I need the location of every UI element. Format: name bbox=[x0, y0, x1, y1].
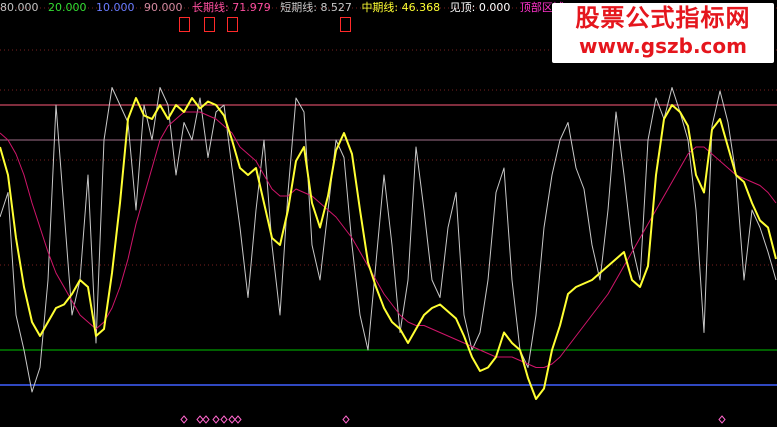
indicator-legend: 80.000 20.000 10.000 90.000 长期线: 71.979 … bbox=[0, 0, 570, 16]
legend-long-label: 长期线: bbox=[192, 1, 229, 14]
site-watermark: 股票公式指标网 www.gszb.com bbox=[552, 3, 774, 63]
legend-mid-label: 中期线: bbox=[361, 1, 399, 14]
watermark-title: 股票公式指标网 bbox=[575, 4, 751, 32]
bottom-diamond-marker bbox=[228, 415, 236, 424]
watermark-url: www.gszb.com bbox=[579, 34, 747, 58]
legend-top-label: 见顶: bbox=[449, 1, 476, 14]
top-marker-box bbox=[227, 17, 238, 32]
chart-canvas bbox=[0, 7, 777, 424]
indicator-lines bbox=[0, 87, 777, 400]
legend-20: 20.000 bbox=[48, 1, 87, 14]
bottom-diamond-marker bbox=[202, 415, 210, 424]
top-marker-box bbox=[179, 17, 190, 32]
bottom-diamond-marker bbox=[212, 415, 220, 424]
top-marker-box bbox=[340, 17, 351, 32]
legend-90: 90.000 bbox=[144, 1, 183, 14]
legend-10: 10.000 bbox=[96, 1, 135, 14]
bottom-diamond-marker bbox=[234, 415, 242, 424]
legend-long-value: 71.979 bbox=[232, 1, 271, 14]
legend-short-label: 短期线: bbox=[280, 1, 317, 14]
bottom-markers bbox=[180, 415, 726, 424]
legend-mid-value: 46.368 bbox=[401, 1, 441, 14]
bottom-diamond-marker bbox=[718, 415, 726, 424]
legend-short-value: 8.527 bbox=[320, 1, 352, 14]
top-marker-box bbox=[204, 17, 215, 32]
legend-80: 80.000 bbox=[0, 1, 39, 14]
legend-top-value: 0.000 bbox=[478, 1, 511, 14]
bottom-diamond-marker bbox=[196, 415, 204, 424]
mid-term-line bbox=[0, 97, 777, 400]
bottom-diamond-marker bbox=[342, 415, 350, 424]
bottom-diamond-marker bbox=[220, 415, 228, 424]
bottom-diamond-marker bbox=[180, 415, 188, 424]
